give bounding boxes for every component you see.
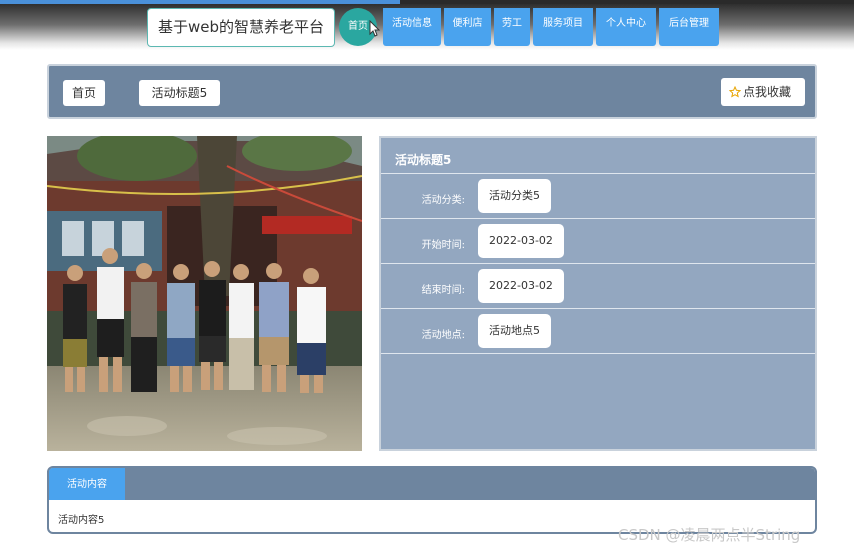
nav-admin[interactable]: 后台管理	[659, 8, 719, 46]
end-time-label: 结束时间:	[421, 285, 465, 296]
tab-activity-content[interactable]: 活动内容	[49, 468, 125, 500]
location-label: 活动地点:	[421, 330, 465, 341]
row-divider	[381, 218, 815, 219]
favorite-label: 点我收藏	[743, 85, 792, 99]
row-divider	[381, 263, 815, 264]
activity-title: 活动标题5	[395, 153, 452, 167]
location-value: 活动地点5	[478, 314, 551, 348]
content-header	[49, 468, 815, 500]
category-value: 活动分类5	[478, 179, 551, 213]
category-label: 活动分类:	[421, 195, 465, 206]
end-time-value: 2022-03-02	[478, 269, 564, 303]
activity-content-text: 活动内容5	[58, 515, 105, 526]
activity-photo	[47, 136, 362, 451]
star-icon	[729, 86, 741, 98]
nav-activities[interactable]: 活动信息	[383, 8, 441, 46]
row-divider	[381, 353, 815, 354]
breadcrumb-current: 活动标题5	[139, 80, 220, 106]
start-time-label: 开始时间:	[421, 240, 465, 251]
row-divider	[381, 308, 815, 309]
row-divider	[381, 173, 815, 174]
activity-details-panel: 活动标题5 活动分类: 活动分类5 开始时间: 2022-03-02 结束时间:…	[379, 136, 817, 451]
start-time-value: 2022-03-02	[478, 224, 564, 258]
mouse-cursor-icon	[369, 20, 381, 37]
nav-services[interactable]: 服务项目	[533, 8, 593, 46]
watermark: CSDN @凌晨两点半String	[618, 526, 801, 544]
site-title: 基于web的智慧养老平台	[147, 8, 335, 47]
breadcrumb-home[interactable]: 首页	[63, 80, 105, 106]
nav-personal-center[interactable]: 个人中心	[596, 8, 656, 46]
nav-labor[interactable]: 劳工	[494, 8, 530, 46]
nav-store[interactable]: 便利店	[444, 8, 491, 46]
favorite-button[interactable]: 点我收藏	[721, 78, 805, 106]
